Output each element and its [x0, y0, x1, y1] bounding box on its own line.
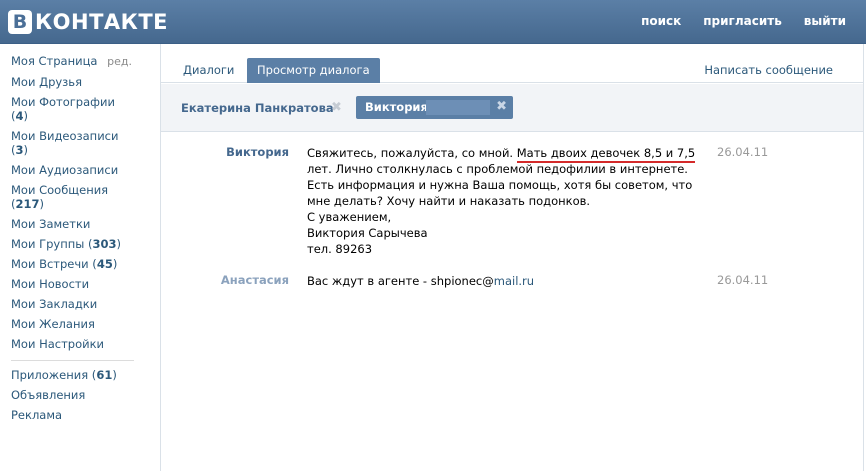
message-item: Виктория Свяжитесь, пожалуйста, со мной.… [161, 145, 863, 265]
peer-name[interactable]: Екатерина Панкратова [181, 101, 334, 115]
messages-count: 217 [15, 197, 40, 211]
tab-dialogs[interactable]: Диалоги [173, 58, 244, 83]
message-date: 26.04.11 [717, 273, 769, 287]
top-nav: поиск пригласить выйти [641, 14, 846, 28]
write-message-link[interactable]: Написать сообщение [704, 63, 833, 77]
sidebar-item-notes[interactable]: Мои Заметки [0, 215, 146, 235]
top-header: B КОНТАКТЕ поиск пригласить выйти [0, 0, 866, 44]
sidebar-item-advertising[interactable]: Реклама [0, 406, 146, 426]
message-date: 26.04.11 [717, 145, 769, 159]
apps-count: 61 [96, 368, 113, 382]
message-text: Свяжитесь, пожалуйста, со мной. Мать дво… [307, 146, 696, 256]
sidebar-item-my-page: Моя Страница ред. [0, 52, 146, 73]
peer-selected-name: Виктория [365, 100, 428, 114]
sidebar-item-videos[interactable]: Мои Видеозаписи (3) [0, 127, 146, 161]
sidebar-item-photos[interactable]: Мои Фотографии (4) [0, 93, 146, 127]
message-text: Вас ждут в агенте - shpionec@mail.ru [307, 274, 535, 288]
sidebar-item-bookmarks[interactable]: Мои Закладки [0, 295, 146, 315]
sidebar-item-friends[interactable]: Мои Друзья [0, 73, 146, 93]
sidebar-item-groups[interactable]: Мои Группы (303) [0, 235, 146, 255]
nav-search-link[interactable]: поиск [641, 14, 681, 28]
main-panel: Диалоги Просмотр диалога Написать сообще… [160, 44, 864, 471]
nav-logout-link[interactable]: выйти [804, 14, 846, 28]
vk-logo[interactable]: B КОНТАКТЕ [8, 9, 168, 35]
photos-count: 4 [15, 109, 24, 123]
videos-count: 3 [15, 143, 24, 157]
sidebar-item-ads[interactable]: Объявления [0, 386, 146, 406]
my-page-link[interactable]: Моя Страница [11, 54, 97, 68]
sidebar-item-wishes[interactable]: Мои Желания [0, 315, 146, 335]
message-author[interactable]: Виктория [226, 145, 289, 159]
sidebar-divider [11, 360, 134, 361]
sidebar-item-audio[interactable]: Мои Аудиозаписи [0, 161, 146, 181]
message-author[interactable]: Анастасия [221, 273, 289, 287]
events-count: 45 [96, 257, 113, 271]
sidebar-item-events[interactable]: Мои Встречи (45) [0, 255, 146, 275]
sidebar-item-messages[interactable]: Мои Сообщения (217) [0, 181, 146, 215]
groups-count: 303 [92, 237, 117, 251]
sidebar: Моя Страница ред. Мои Друзья Мои Фотогра… [0, 44, 146, 471]
nav-invite-link[interactable]: пригласить [703, 14, 782, 28]
close-icon[interactable]: ✖ [331, 100, 342, 115]
peer-selected[interactable]: Виктория ✖ [356, 96, 513, 119]
sidebar-item-settings[interactable]: Мои Настройки [0, 335, 146, 355]
message-item: Анастасия Вас ждут в агенте - shpionec@m… [161, 273, 863, 293]
close-icon[interactable]: ✖ [496, 99, 507, 114]
tab-view-dialog[interactable]: Просмотр диалога [247, 58, 380, 83]
edit-link[interactable]: ред. [107, 55, 132, 69]
logo-icon: B [8, 10, 32, 34]
tabs-bar: Диалоги Просмотр диалога Написать сообще… [161, 44, 863, 83]
dialog-peers-bar: Екатерина Панкратова ✖ Виктория ✖ [161, 84, 863, 132]
sidebar-item-apps[interactable]: Приложения (61) [0, 366, 146, 386]
redacted-surname [426, 100, 490, 115]
sidebar-item-news[interactable]: Мои Новости [0, 275, 146, 295]
logo-text: КОНТАКТЕ [35, 10, 169, 34]
mail-link[interactable]: mail.ru [494, 274, 534, 288]
